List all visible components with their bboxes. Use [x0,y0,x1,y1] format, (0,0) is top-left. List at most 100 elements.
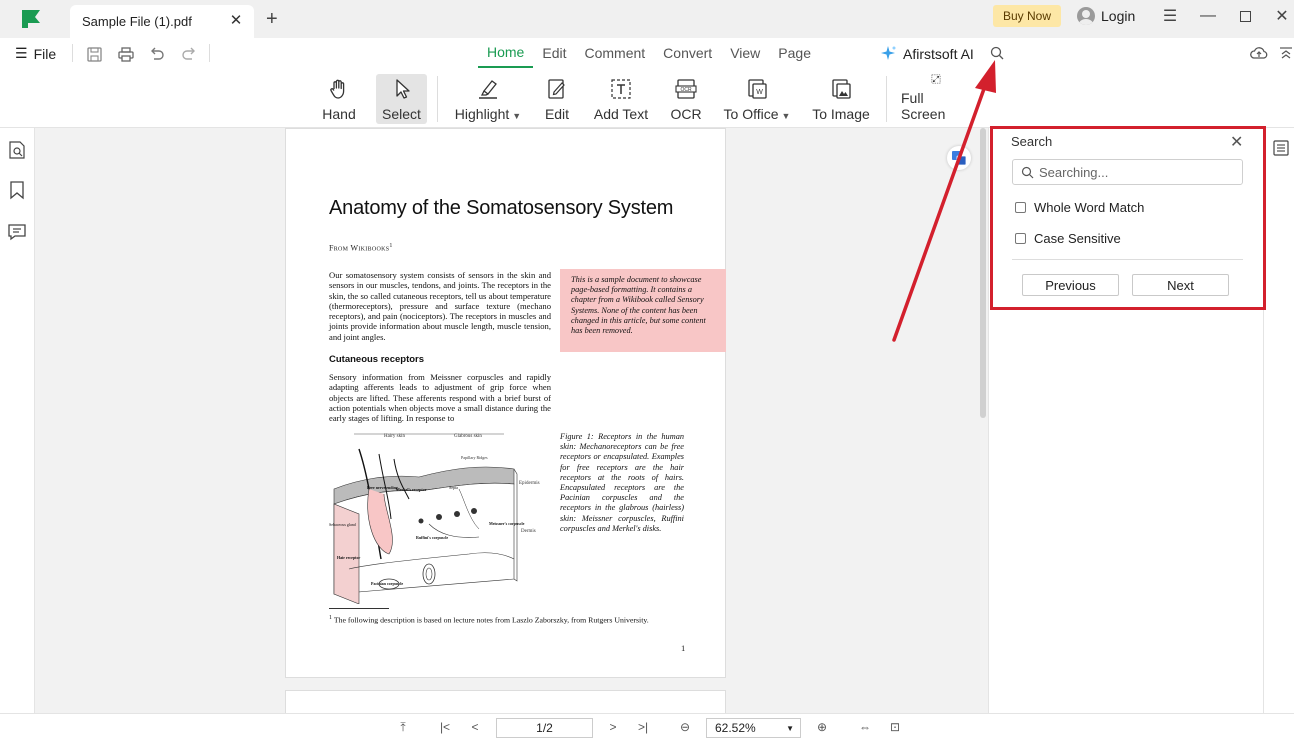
title-bar: Sample File (1).pdf ✕ + Buy Now Login ☰ … [0,0,1294,38]
full-screen-button[interactable]: Full Screen [901,74,971,124]
scroll-to-top-icon[interactable]: ⤒ [396,720,410,734]
hand-tool-button[interactable]: Hand [316,74,362,124]
close-search-icon[interactable]: ✕ [1230,132,1243,152]
search-icon[interactable] [989,45,1005,61]
divider [437,76,438,122]
vertical-scrollbar[interactable] [980,128,986,418]
select-tool-button[interactable]: Select [376,74,427,124]
comment-icon[interactable] [7,222,27,242]
to-image-label: To Image [812,106,870,122]
minimize-icon[interactable]: — [1198,6,1218,26]
to-image-button[interactable]: To Image [809,74,873,124]
buy-now-button[interactable]: Buy Now [993,5,1061,27]
full-screen-icon [931,74,941,84]
print-icon[interactable] [117,45,135,63]
to-office-button[interactable]: W To Office ▼ [721,74,793,124]
new-tab-icon[interactable]: + [266,9,278,29]
search-placeholder: Searching... [1039,164,1109,180]
edit-document-icon [548,79,565,99]
tab-convert[interactable]: Convert [654,38,721,68]
pdf-page-2 [285,690,726,713]
skin-receptors-figure: Hairy skin Glabrous skin Papillary Ridge… [329,433,540,604]
close-window-icon[interactable]: ✕ [1272,6,1292,26]
translate-float-button[interactable] [947,146,971,170]
page-thumbnail-icon[interactable] [7,140,27,160]
bookmark-icon[interactable] [7,180,27,200]
page-number-input[interactable]: 1/2 [496,718,593,738]
add-text-icon [611,79,631,99]
document-title: Anatomy of the Somatosensory System [329,197,674,219]
redo-icon[interactable] [180,45,198,63]
search-panel: Search ✕ Searching... Whole Word Match C… [990,126,1266,310]
tab-page[interactable]: Page [769,38,820,68]
figure-label: Dermis [521,529,536,534]
add-text-label: Add Text [593,106,649,122]
cursor-icon [395,79,410,99]
tab-comment[interactable]: Comment [575,38,654,68]
cloud-upload-icon[interactable] [1250,44,1268,62]
divider [1012,259,1243,260]
page-number: 1 [681,643,686,653]
properties-icon[interactable] [1273,140,1289,156]
app-logo-icon [22,10,40,28]
collapse-ribbon-icon[interactable] [1277,44,1294,62]
tab-edit[interactable]: Edit [533,38,575,68]
search-input[interactable]: Searching... [1012,159,1243,185]
add-text-button[interactable]: Add Text [590,74,652,124]
hamburger-menu-icon[interactable]: ☰ [1160,6,1180,26]
fit-width-icon[interactable]: ⇔ [858,720,872,734]
zoom-out-icon[interactable]: ⊖ [678,720,692,734]
document-canvas[interactable]: Anatomy of the Somatosensory System From… [35,128,988,713]
file-label: File [33,45,57,62]
zoom-in-icon[interactable]: ⊕ [815,720,829,734]
right-strip [1263,128,1294,713]
case-sensitive-label: Case Sensitive [1034,231,1121,246]
document-tab[interactable]: Sample File (1).pdf ✕ [70,5,254,38]
figure-label: Ruffini's corpuscle [416,535,448,540]
undo-icon[interactable] [148,45,166,63]
avatar-icon [1077,7,1095,25]
section-heading: Cutaneous receptors [329,354,425,365]
tab-view[interactable]: View [721,38,769,68]
hand-label: Hand [322,106,356,122]
first-page-icon[interactable]: |< [438,720,452,734]
ai-assistant-button[interactable]: Afirstsoft AI [880,45,974,62]
figure-label: Hairy skin [384,434,405,439]
figure-caption: Figure 1: Receptors in the human skin: M… [560,432,684,533]
menu-lines-icon: ☰ [15,45,28,61]
highlight-tool-button[interactable]: Highlight ▼ [452,74,524,124]
divider [72,44,73,62]
fit-page-icon[interactable]: ⊡ [888,720,902,734]
dropdown-caret-icon: ▼ [786,723,794,733]
zoom-select[interactable]: 62.52% ▼ [706,718,801,738]
sample-note-box: This is a sample document to showcase pa… [560,269,726,352]
paragraph-intro: Our somatosensory system consists of sen… [329,270,551,342]
last-page-icon[interactable]: >| [636,720,650,734]
maximize-icon[interactable] [1235,6,1255,26]
whole-word-checkbox[interactable]: Whole Word Match [1015,200,1144,215]
file-menu[interactable]: ☰ File [15,45,56,62]
prev-page-icon[interactable]: < [468,720,482,734]
paragraph-cutaneous: Sensory information from Meissner corpus… [329,372,551,424]
save-icon[interactable] [85,45,103,63]
previous-button[interactable]: Previous [1022,274,1119,296]
highlighter-icon [479,80,497,99]
close-tab-icon[interactable]: ✕ [228,13,244,29]
next-button[interactable]: Next [1132,274,1229,296]
next-page-icon[interactable]: > [606,720,620,734]
edit-tool-button[interactable]: Edit [538,74,576,124]
case-sensitive-checkbox[interactable]: Case Sensitive [1015,231,1121,246]
checkbox[interactable] [1015,202,1026,213]
footnote-rule [329,608,389,609]
ocr-label: OCR [670,106,702,122]
tab-home[interactable]: Home [478,38,534,68]
checkbox[interactable] [1015,233,1026,244]
footnote: 1 The following description is based on … [329,615,649,625]
ocr-button[interactable]: OCR OCR [666,74,706,124]
to-office-icon: W [748,79,767,99]
translate-icon [952,151,967,166]
sparkle-icon [881,46,896,60]
ai-label: Afirstsoft AI [903,45,974,62]
login-button[interactable]: Login [1077,7,1135,25]
divider [886,76,887,122]
